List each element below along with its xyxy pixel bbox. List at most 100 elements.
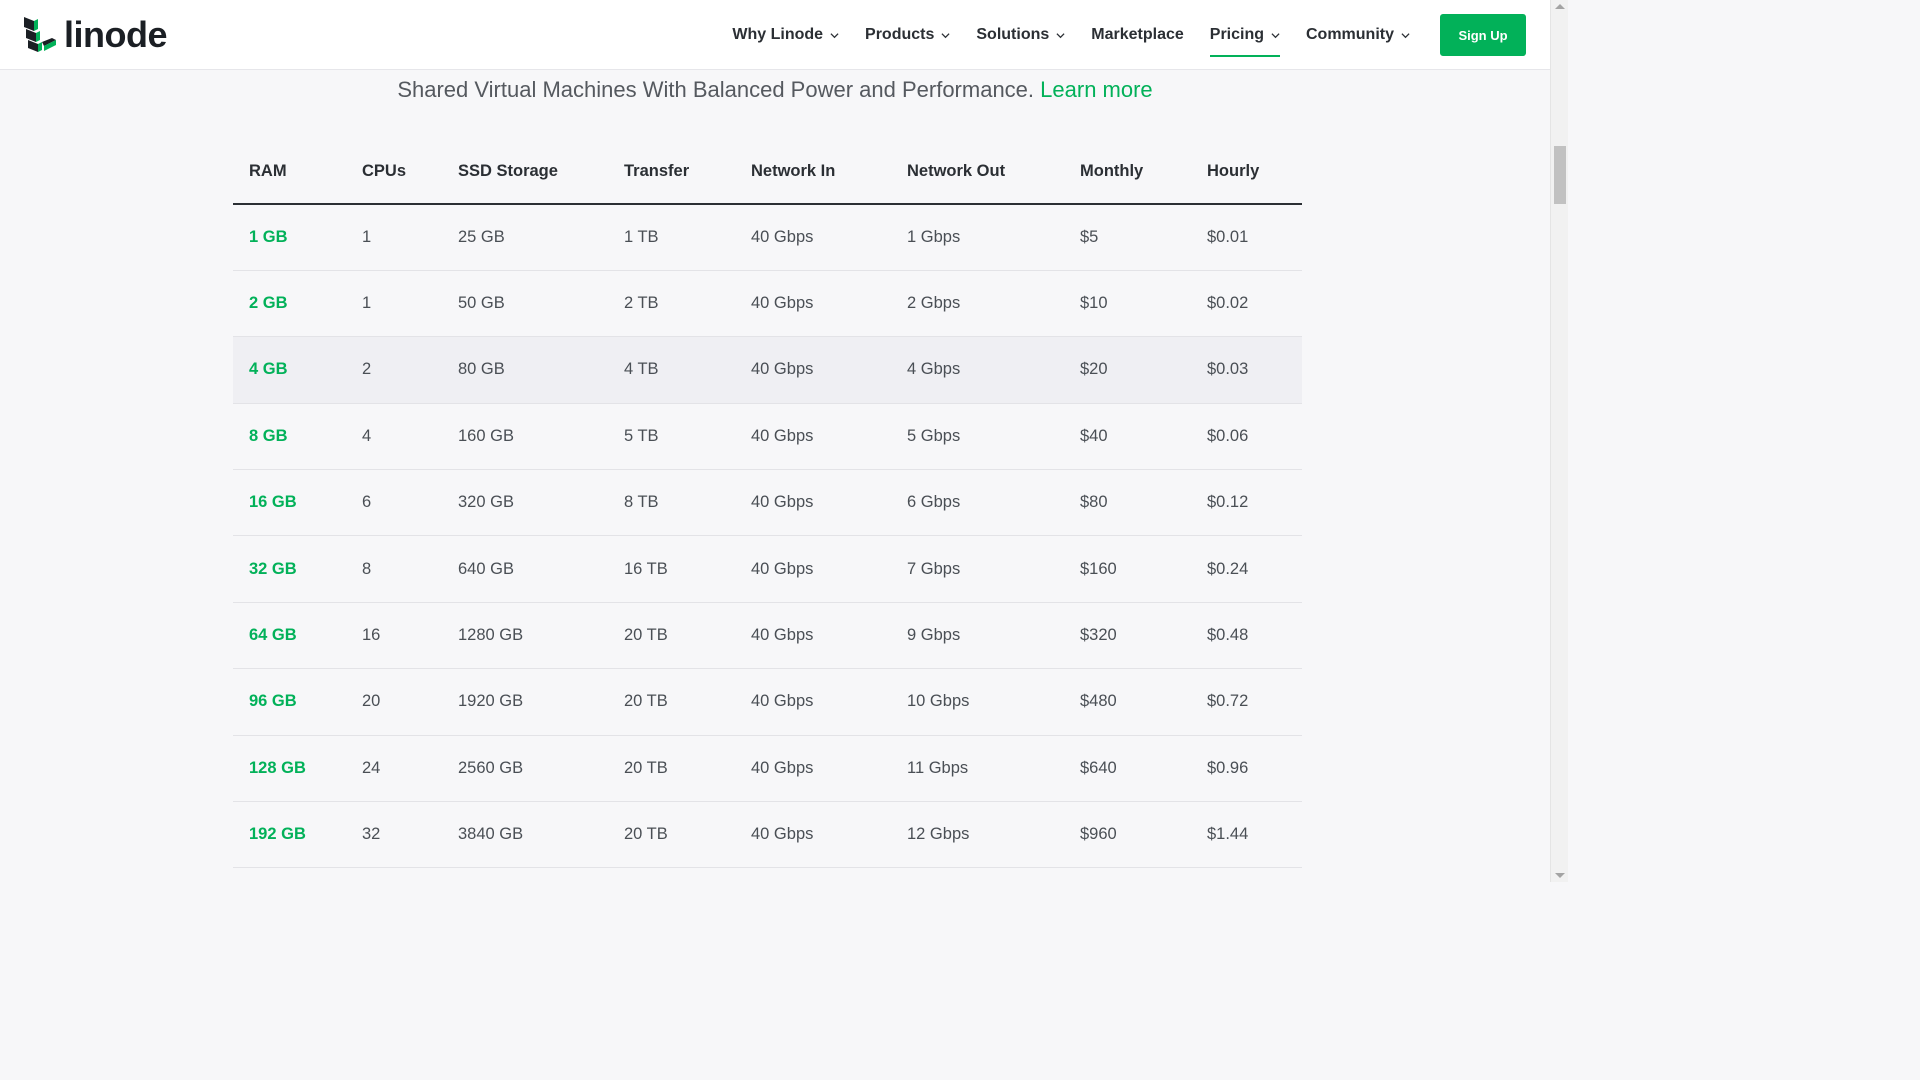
- nav-marketplace[interactable]: Marketplace: [1091, 0, 1184, 70]
- cell-monthly: $10: [1064, 270, 1191, 338]
- logo-wordmark: linode: [64, 14, 168, 55]
- linode-logo-icon: [24, 17, 56, 52]
- cell-network-in: 40 Gbps: [735, 270, 891, 338]
- cell-ram: 2 GB: [233, 270, 346, 338]
- column-header-monthly: Monthly: [1064, 140, 1191, 205]
- nav-products[interactable]: Products: [865, 0, 950, 70]
- table-row: 8 GB 4 160 GB 5 TB 40 Gbps 5 Gbps $40 $0.06: [233, 403, 1302, 471]
- nav-why-linode[interactable]: Why Linode: [732, 0, 839, 70]
- table-row: 128 GB 24 2560 GB 20 TB 40 Gbps 11 Gbps $640 $0…: [233, 735, 1302, 803]
- table-row: 32 GB 8 640 GB 16 TB 40 Gbps 7 Gbps $160 $0.24: [233, 535, 1302, 603]
- table-row: 192 GB 32 3840 GB 20 TB 40 Gbps 12 Gbps $960 $1…: [233, 801, 1302, 869]
- cell-ssd-storage: 1280 GB: [442, 602, 608, 670]
- cell-cpus: 20: [346, 668, 442, 736]
- cell-transfer: 1 TB: [608, 204, 735, 271]
- cell-hourly: $0.96: [1191, 735, 1302, 803]
- nav-label: Solutions: [976, 26, 1050, 43]
- page: linode Why Linode Products Solutions Mar…: [0, 0, 1550, 882]
- tagline-text: Shared Virtual Machines With Balanced Po…: [397, 77, 1035, 102]
- chevron-down-icon: [1271, 32, 1280, 38]
- cell-ram: 192 GB: [233, 801, 346, 869]
- cell-hourly: $0.24: [1191, 535, 1302, 603]
- cell-network-out: 12 Gbps: [891, 801, 1064, 869]
- cell-hourly: $1.44: [1191, 801, 1302, 869]
- cell-network-in: 40 Gbps: [735, 204, 891, 271]
- cell-monthly: $480: [1064, 668, 1191, 736]
- cell-network-in: 40 Gbps: [735, 535, 891, 603]
- cell-hourly: $0.01: [1191, 204, 1302, 271]
- linode-logo[interactable]: linode: [22, 14, 168, 56]
- cell-hourly: $0.48: [1191, 602, 1302, 670]
- cell-transfer: 20 TB: [608, 735, 735, 803]
- cell-monthly: $40: [1064, 403, 1191, 471]
- cell-network-in: 40 Gbps: [735, 602, 891, 670]
- table-header-row: RAM CPUs SSD Storage Transfer Network In Netw…: [233, 140, 1302, 205]
- cell-ram: 128 GB: [233, 735, 346, 803]
- scroll-down-arrow-icon[interactable]: [1555, 873, 1565, 878]
- cell-cpus: 1: [346, 204, 442, 271]
- table-body: 1 GB 1 25 GB 1 TB 40 Gbps 1 Gbps $5 $0.01 2 GB 1 5…: [233, 204, 1302, 869]
- cell-cpus: 16: [346, 602, 442, 670]
- cell-ssd-storage: 2560 GB: [442, 735, 608, 803]
- cell-cpus: 32: [346, 801, 442, 869]
- cell-ssd-storage: 50 GB: [442, 270, 608, 338]
- cell-network-in: 40 Gbps: [735, 336, 891, 404]
- cell-monthly: $960: [1064, 801, 1191, 869]
- nav-label: Pricing: [1209, 26, 1264, 43]
- column-header-cpus: CPUs: [346, 140, 442, 205]
- cell-network-out: 7 Gbps: [891, 535, 1064, 603]
- learn-more-link[interactable]: Learn more: [1040, 77, 1153, 102]
- nav-community[interactable]: Community: [1306, 0, 1410, 70]
- cell-hourly: $0.12: [1191, 469, 1302, 537]
- cell-ram: 32 GB: [233, 535, 346, 603]
- column-header-transfer: Transfer: [608, 140, 735, 205]
- cell-ram: 1 GB: [233, 204, 346, 271]
- table-row: 16 GB 6 320 GB 8 TB 40 Gbps 6 Gbps $80 $0.12: [233, 469, 1302, 537]
- nav-label: Products: [865, 26, 935, 43]
- sign-up-button[interactable]: Sign Up: [1440, 14, 1526, 56]
- column-header-ssd-storage: SSD Storage: [442, 140, 608, 205]
- cell-ssd-storage: 1920 GB: [442, 668, 608, 736]
- cell-cpus: 24: [346, 735, 442, 803]
- cell-transfer: 20 TB: [608, 602, 735, 670]
- cell-hourly: $0.06: [1191, 403, 1302, 471]
- cell-network-in: 40 Gbps: [735, 403, 891, 471]
- cell-ssd-storage: 25 GB: [442, 204, 608, 271]
- cell-network-in: 40 Gbps: [735, 469, 891, 537]
- cell-ram: 96 GB: [233, 668, 346, 736]
- column-header-network-in: Network In: [735, 140, 891, 205]
- cell-ssd-storage: 80 GB: [442, 336, 608, 404]
- section-tagline: Shared Virtual Machines With Balanced Po…: [0, 74, 1550, 106]
- cell-ssd-storage: 3840 GB: [442, 801, 608, 869]
- cell-monthly: $20: [1064, 336, 1191, 404]
- main-nav: Why Linode Products Solutions Marketplac…: [732, 0, 1526, 70]
- nav-solutions[interactable]: Solutions: [976, 0, 1065, 70]
- cell-network-out: 6 Gbps: [891, 469, 1064, 537]
- column-header-network-out: Network Out: [891, 140, 1064, 205]
- nav-label: Marketplace: [1091, 26, 1184, 43]
- site-header: linode Why Linode Products Solutions Mar…: [0, 0, 1550, 70]
- cell-hourly: $0.02: [1191, 270, 1302, 338]
- scroll-up-arrow-icon[interactable]: [1555, 4, 1565, 9]
- cell-transfer: 2 TB: [608, 270, 735, 338]
- cell-cpus: 1: [346, 270, 442, 338]
- pricing-table: RAM CPUs SSD Storage Transfer Network In Netw…: [233, 140, 1302, 869]
- cell-monthly: $5: [1064, 204, 1191, 271]
- cell-ram: 64 GB: [233, 602, 346, 670]
- cell-cpus: 4: [346, 403, 442, 471]
- cell-monthly: $320: [1064, 602, 1191, 670]
- cell-network-in: 40 Gbps: [735, 801, 891, 869]
- cell-monthly: $160: [1064, 535, 1191, 603]
- page-scrollbar[interactable]: [1550, 0, 1568, 882]
- cell-network-out: 10 Gbps: [891, 668, 1064, 736]
- table-row: 64 GB 16 1280 GB 20 TB 40 Gbps 9 Gbps $320 $0.4…: [233, 602, 1302, 670]
- nav-pricing[interactable]: Pricing: [1209, 0, 1281, 70]
- scrollbar-thumb[interactable]: [1554, 146, 1566, 204]
- cell-transfer: 5 TB: [608, 403, 735, 471]
- cell-hourly: $0.03: [1191, 336, 1302, 404]
- nav-label: Why Linode: [732, 26, 824, 43]
- chevron-down-icon: [830, 32, 839, 38]
- cell-network-out: 9 Gbps: [891, 602, 1064, 670]
- nav-label: Community: [1306, 26, 1394, 43]
- cell-network-out: 2 Gbps: [891, 270, 1064, 338]
